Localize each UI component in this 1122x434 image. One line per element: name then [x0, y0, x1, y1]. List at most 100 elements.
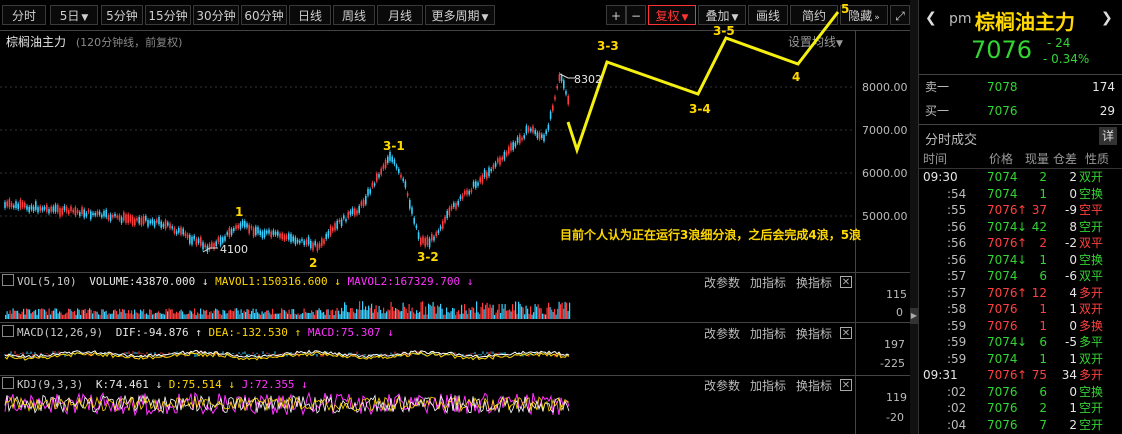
candle-body — [250, 226, 253, 229]
volume-bar — [404, 306, 406, 319]
volume-bar — [492, 304, 494, 319]
col-oi: 仓差 — [1053, 152, 1078, 166]
macd-add-button[interactable]: 加指标 — [750, 325, 786, 342]
candle-body — [288, 233, 290, 240]
volume-bar — [486, 302, 488, 319]
kdj-d: D:75.514 — [168, 378, 222, 391]
volume-bar — [23, 308, 25, 319]
vol-switch-button[interactable]: 换指标 — [796, 274, 832, 291]
volume-bar — [90, 309, 92, 319]
vol-add-button[interactable]: 加指标 — [750, 274, 786, 291]
close-icon[interactable]: ✕ — [840, 327, 852, 339]
candle-body — [167, 222, 169, 226]
candle-body — [65, 206, 68, 212]
candle-body — [417, 232, 420, 239]
candle-body — [30, 205, 33, 210]
close-icon[interactable]: ✕ — [840, 276, 852, 288]
volume-bar — [549, 307, 551, 319]
candle-body — [505, 152, 508, 156]
candle-body — [160, 221, 162, 228]
trade-price: 7074 — [987, 269, 1018, 283]
volume-bar — [99, 314, 101, 319]
trade-row: :57 7076 ↑ 12 4 多开 — [919, 285, 1122, 301]
forward-chevron-icon[interactable]: ❯ — [1101, 10, 1113, 26]
volume-bar — [177, 312, 179, 319]
volume-bar — [59, 311, 61, 319]
volume-bar — [342, 311, 344, 319]
high-price-label: 8302 — [574, 73, 602, 86]
trade-volume: 12 — [1031, 285, 1047, 300]
panel-splitter[interactable]: ▶ — [910, 0, 918, 434]
volume-bar — [114, 309, 116, 319]
candle-body — [178, 227, 180, 233]
volume-bar — [276, 313, 278, 319]
close-icon[interactable]: ✕ — [840, 379, 852, 391]
volume-bar — [26, 308, 28, 319]
kdj-add-button[interactable]: 加指标 — [750, 377, 786, 394]
volume-bar — [479, 314, 481, 319]
trade-nature: 多平 — [1079, 335, 1104, 349]
col-time: 时间 — [923, 152, 948, 166]
arrow-down-icon: ↓ — [327, 275, 348, 288]
volume-bar — [86, 313, 88, 319]
macd-params-button[interactable]: 改参数 — [704, 325, 740, 342]
wave-label: 3-5 — [713, 24, 735, 38]
volume-bar — [558, 301, 560, 319]
macd-switch-button[interactable]: 换指标 — [796, 325, 832, 342]
trade-oi: 0 — [1069, 318, 1077, 333]
candle-body — [362, 199, 365, 206]
trade-oi: 0 — [1069, 384, 1077, 399]
volume-bar — [420, 302, 422, 319]
volume-bar — [453, 308, 455, 319]
trade-nature: 空开 — [1079, 417, 1104, 432]
trade-row: 09:30 7074 2 2 双开 — [919, 169, 1122, 185]
candle-body — [380, 168, 382, 175]
panel-toggle-icon[interactable] — [2, 325, 14, 337]
trade-time: :55 — [947, 203, 967, 217]
trades-detail-button[interactable]: 详 — [1099, 127, 1117, 145]
volume-bar — [323, 311, 325, 319]
candle-body — [204, 244, 206, 248]
candle-body — [107, 215, 110, 220]
volume-bar — [194, 308, 196, 319]
candle-body — [556, 85, 558, 89]
collapse-arrow-icon[interactable]: ▶ — [910, 308, 918, 324]
volume-bar — [296, 314, 298, 319]
volume-bar — [9, 310, 11, 319]
volume-bar — [531, 314, 533, 319]
volume-bar — [219, 313, 221, 319]
volume-bar — [392, 306, 394, 319]
trade-row: :59 7074 1 1 双开 — [919, 351, 1122, 367]
volume-bar — [368, 305, 370, 319]
trades-list[interactable]: 09:30 7074 2 2 双开:54 7074 1 0 空换:55 7076 ↑ 37 -9 空平:5… — [919, 169, 1122, 434]
bid-label: 买一 — [925, 104, 950, 118]
vol-params-button[interactable]: 改参数 — [704, 274, 740, 291]
panel-toggle-icon[interactable] — [2, 377, 14, 389]
wave-label: 5 — [841, 2, 850, 16]
candle-body — [310, 240, 312, 249]
candle-body — [147, 219, 149, 227]
volume-bar — [477, 312, 479, 319]
candlestick-chart[interactable] — [0, 0, 912, 434]
candle-body — [252, 228, 255, 237]
candle-body — [446, 210, 448, 219]
kdj-switch-button[interactable]: 换指标 — [796, 377, 832, 394]
volume-bar — [222, 309, 224, 319]
back-chevron-icon[interactable]: ❮ — [925, 10, 937, 26]
volume-bar — [138, 313, 140, 319]
volume-bar — [101, 309, 103, 319]
trade-oi: 2 — [1069, 170, 1077, 184]
panel-toggle-icon[interactable] — [2, 274, 14, 286]
kdj-params-button[interactable]: 改参数 — [704, 377, 740, 394]
volume-bar — [347, 311, 349, 319]
candle-body — [376, 173, 378, 182]
candle-body — [503, 151, 506, 160]
volume-bar — [326, 309, 328, 319]
volume-bar — [185, 314, 187, 319]
volume-bar — [84, 308, 86, 319]
price-change: - 24 — [1047, 36, 1071, 50]
volume-bar — [413, 312, 415, 319]
volume-bar — [540, 308, 542, 319]
candle-body — [70, 206, 72, 211]
trade-nature: 双平 — [1079, 269, 1104, 283]
